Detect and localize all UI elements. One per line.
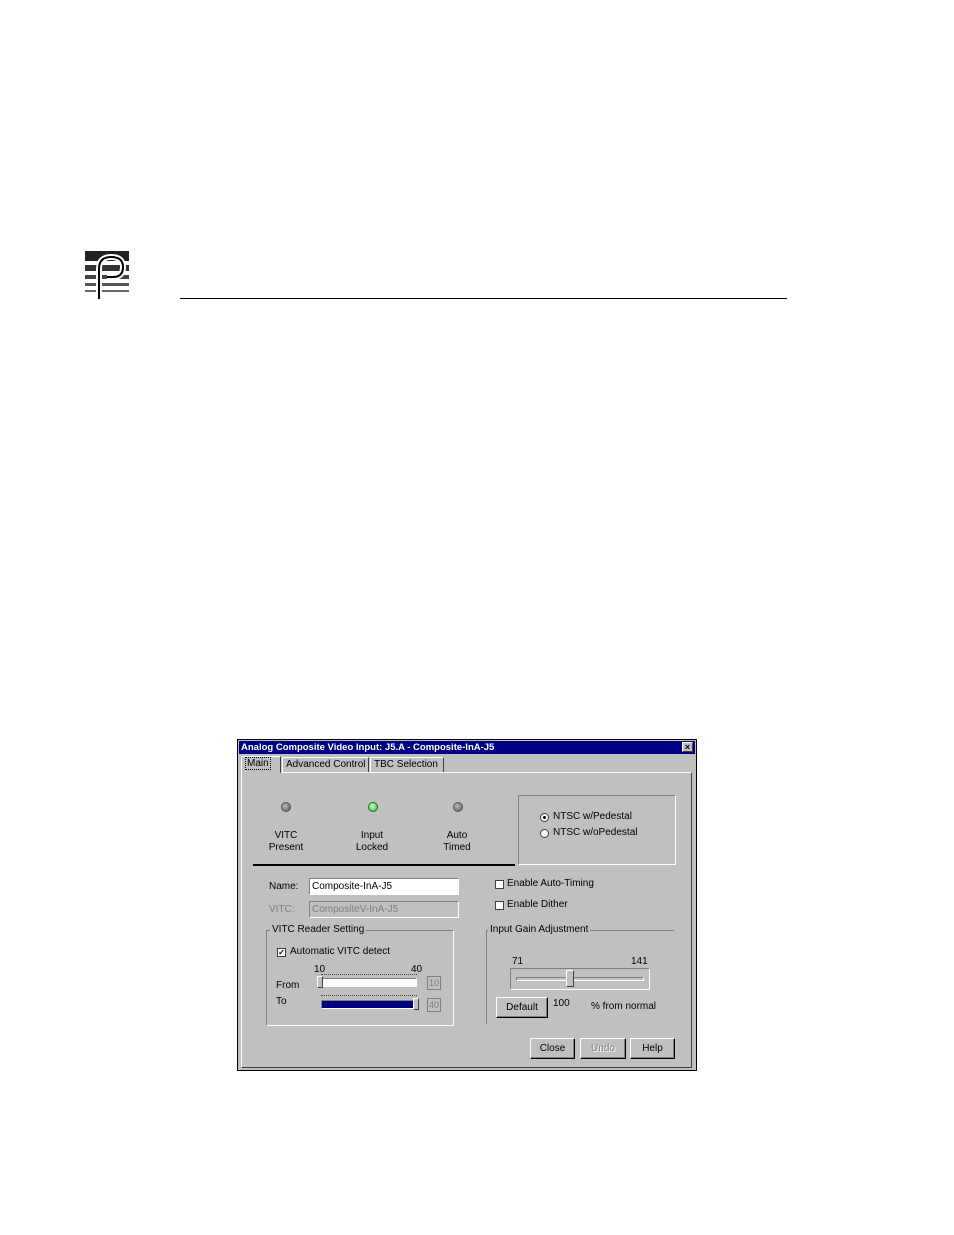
gain-slider-track[interactable] xyxy=(516,977,644,981)
default-button[interactable]: Default xyxy=(496,997,548,1018)
auto-vitc-label[interactable]: Automatic VITC detect xyxy=(290,946,390,958)
enable-dither-label[interactable]: Enable Dither xyxy=(507,899,568,911)
vitc-input[interactable] xyxy=(309,901,459,918)
gain-max-label: 141 xyxy=(631,956,648,967)
vitc-label: VITC: xyxy=(269,904,295,915)
header-rule xyxy=(180,298,787,299)
indicator-separator xyxy=(253,864,515,866)
enable-auto-timing-label[interactable]: Enable Auto-Timing xyxy=(507,878,594,890)
vitc-present-label: VITC Present xyxy=(268,830,304,853)
tab-advanced-control[interactable]: Advanced Control xyxy=(282,757,369,772)
ntsc-no-pedestal-radio[interactable] xyxy=(540,829,549,838)
close-icon[interactable]: × xyxy=(682,742,693,752)
vitc-present-led xyxy=(281,802,291,812)
from-label: From xyxy=(276,980,300,991)
to-value-box: 40 xyxy=(427,998,441,1012)
ntsc-no-pedestal-label[interactable]: NTSC w/oPedestal xyxy=(553,827,637,839)
close-button[interactable]: Close xyxy=(530,1038,575,1059)
to-slider-track[interactable] xyxy=(321,1000,417,1009)
name-input[interactable] xyxy=(309,878,459,895)
ntsc-pedestal-radio[interactable] xyxy=(540,813,549,822)
enable-auto-timing-checkbox[interactable] xyxy=(495,880,504,889)
gain-value: 100 xyxy=(553,998,570,1009)
auto-timed-label: Auto Timed xyxy=(443,830,471,853)
company-logo-icon xyxy=(85,251,129,301)
dialog-titlebar: Analog Composite Video Input: J5.A - Com… xyxy=(239,741,695,754)
gain-unit-label: % from normal xyxy=(591,1001,657,1012)
input-locked-led xyxy=(368,802,378,812)
to-label: To xyxy=(276,996,287,1007)
dialog-title: Analog Composite Video Input: J5.A - Com… xyxy=(241,742,495,753)
ntsc-pedestal-label[interactable]: NTSC w/Pedestal xyxy=(553,811,632,823)
help-button[interactable]: Help xyxy=(630,1038,675,1059)
enable-dither-checkbox[interactable] xyxy=(495,901,504,910)
gain-min-label: 71 xyxy=(512,956,524,967)
auto-vitc-checkbox[interactable]: ✓ xyxy=(277,948,286,957)
input-gain-title: Input Gain Adjustment xyxy=(488,924,591,935)
name-label: Name: xyxy=(269,881,299,892)
undo-button[interactable]: Undo xyxy=(580,1038,626,1059)
to-ticks xyxy=(321,995,417,999)
tab-tbc-selection[interactable]: TBC Selection xyxy=(370,757,444,772)
from-slider-track[interactable] xyxy=(321,978,417,987)
dialog-window: Analog Composite Video Input: J5.A - Com… xyxy=(237,739,697,1071)
from-value-box: 10 xyxy=(427,976,441,990)
to-slider-thumb[interactable] xyxy=(413,998,419,1010)
tab-main[interactable]: Main xyxy=(241,756,281,773)
input-locked-label: Input Locked xyxy=(355,830,389,853)
auto-timed-led xyxy=(453,802,463,812)
gain-slider-thumb[interactable] xyxy=(565,970,574,987)
main-tab-panel: VITC Present Input Locked Auto Timed NTSC w… xyxy=(241,772,692,1068)
from-slider-thumb[interactable] xyxy=(317,976,323,988)
vitc-reader-title: VITC Reader Setting xyxy=(270,924,367,935)
